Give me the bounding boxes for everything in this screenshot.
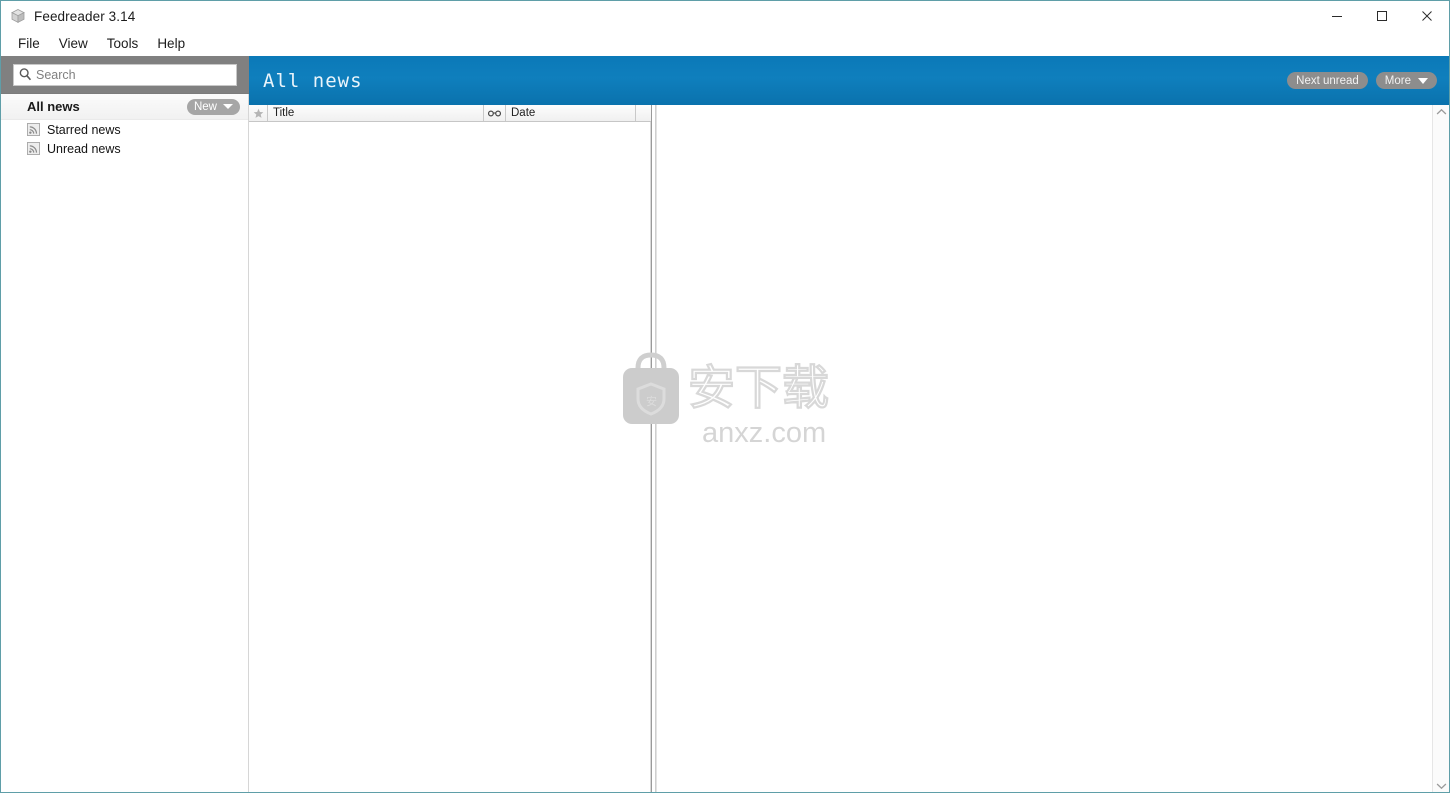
next-unread-label: Next unread xyxy=(1296,74,1359,87)
page-title: All news xyxy=(263,69,363,92)
sidebar-item-label: Starred news xyxy=(47,122,121,137)
sidebar-group-all-news[interactable]: All news New xyxy=(1,94,248,120)
sidebar-tree: All news New Starred news Unread news xyxy=(1,94,249,792)
header-actions: Next unread More xyxy=(1287,72,1437,89)
rss-icon xyxy=(27,142,40,155)
sidebar-item-label: Unread news xyxy=(47,141,121,156)
new-feed-label: New xyxy=(193,100,217,113)
chevron-down-icon xyxy=(1418,77,1428,84)
article-view-pane xyxy=(656,105,1449,792)
window-title: Feedreader 3.14 xyxy=(34,8,136,24)
more-label: More xyxy=(1384,74,1411,87)
window-controls xyxy=(1314,1,1449,31)
column-header-title[interactable]: Title xyxy=(268,105,484,121)
rss-icon xyxy=(27,123,40,136)
new-feed-button[interactable]: New xyxy=(186,98,240,115)
search-icon xyxy=(19,68,32,81)
maximize-button[interactable] xyxy=(1359,1,1404,31)
menu-item-file[interactable]: File xyxy=(9,34,49,54)
star-icon xyxy=(253,108,263,118)
menu-item-view[interactable]: View xyxy=(50,34,97,54)
menu-bar: File View Tools Help xyxy=(1,31,1449,56)
article-list-body[interactable] xyxy=(249,122,651,792)
article-scrollbar[interactable] xyxy=(1432,105,1449,792)
app-window: Feedreader 3.14 File View Tools Help Sea… xyxy=(0,0,1450,793)
menu-item-tools[interactable]: Tools xyxy=(98,34,148,54)
minimize-button[interactable] xyxy=(1314,1,1359,31)
sidebar: Search All news New Starred news Unread … xyxy=(1,56,249,792)
glasses-icon xyxy=(488,110,501,116)
sidebar-group-label: All news xyxy=(27,99,80,114)
sidebar-item-unread-news[interactable]: Unread news xyxy=(1,139,248,158)
close-icon xyxy=(1421,11,1432,21)
title-bar: Feedreader 3.14 xyxy=(1,1,1449,31)
minimize-icon xyxy=(1331,16,1342,17)
more-button[interactable]: More xyxy=(1375,72,1437,89)
column-header-read[interactable] xyxy=(484,105,506,121)
list-column-headers: Title Date xyxy=(249,105,651,122)
search-toolbar: Search xyxy=(1,56,249,94)
chevron-down-icon xyxy=(223,104,233,109)
search-placeholder: Search xyxy=(36,67,76,82)
cube-icon xyxy=(11,9,25,23)
panes: Title Date xyxy=(249,105,1449,792)
article-list-pane: Title Date xyxy=(249,105,651,792)
chevron-up-icon[interactable] xyxy=(1436,108,1447,116)
sidebar-item-starred-news[interactable]: Starred news xyxy=(1,120,248,139)
menu-item-help[interactable]: Help xyxy=(148,34,194,54)
column-header-starred[interactable] xyxy=(249,105,268,121)
column-header-spacer xyxy=(636,105,651,121)
maximize-icon xyxy=(1376,11,1387,21)
article-content[interactable] xyxy=(656,105,1432,792)
search-input[interactable]: Search xyxy=(13,63,237,86)
close-button[interactable] xyxy=(1404,1,1449,31)
column-header-date[interactable]: Date xyxy=(506,105,636,121)
next-unread-button[interactable]: Next unread xyxy=(1287,72,1368,89)
content-area: All news Next unread More Title Date xyxy=(249,56,1449,792)
content-header: All news Next unread More xyxy=(249,56,1449,105)
chevron-down-icon[interactable] xyxy=(1436,782,1447,790)
main-body: Search All news New Starred news Unread … xyxy=(1,56,1449,792)
